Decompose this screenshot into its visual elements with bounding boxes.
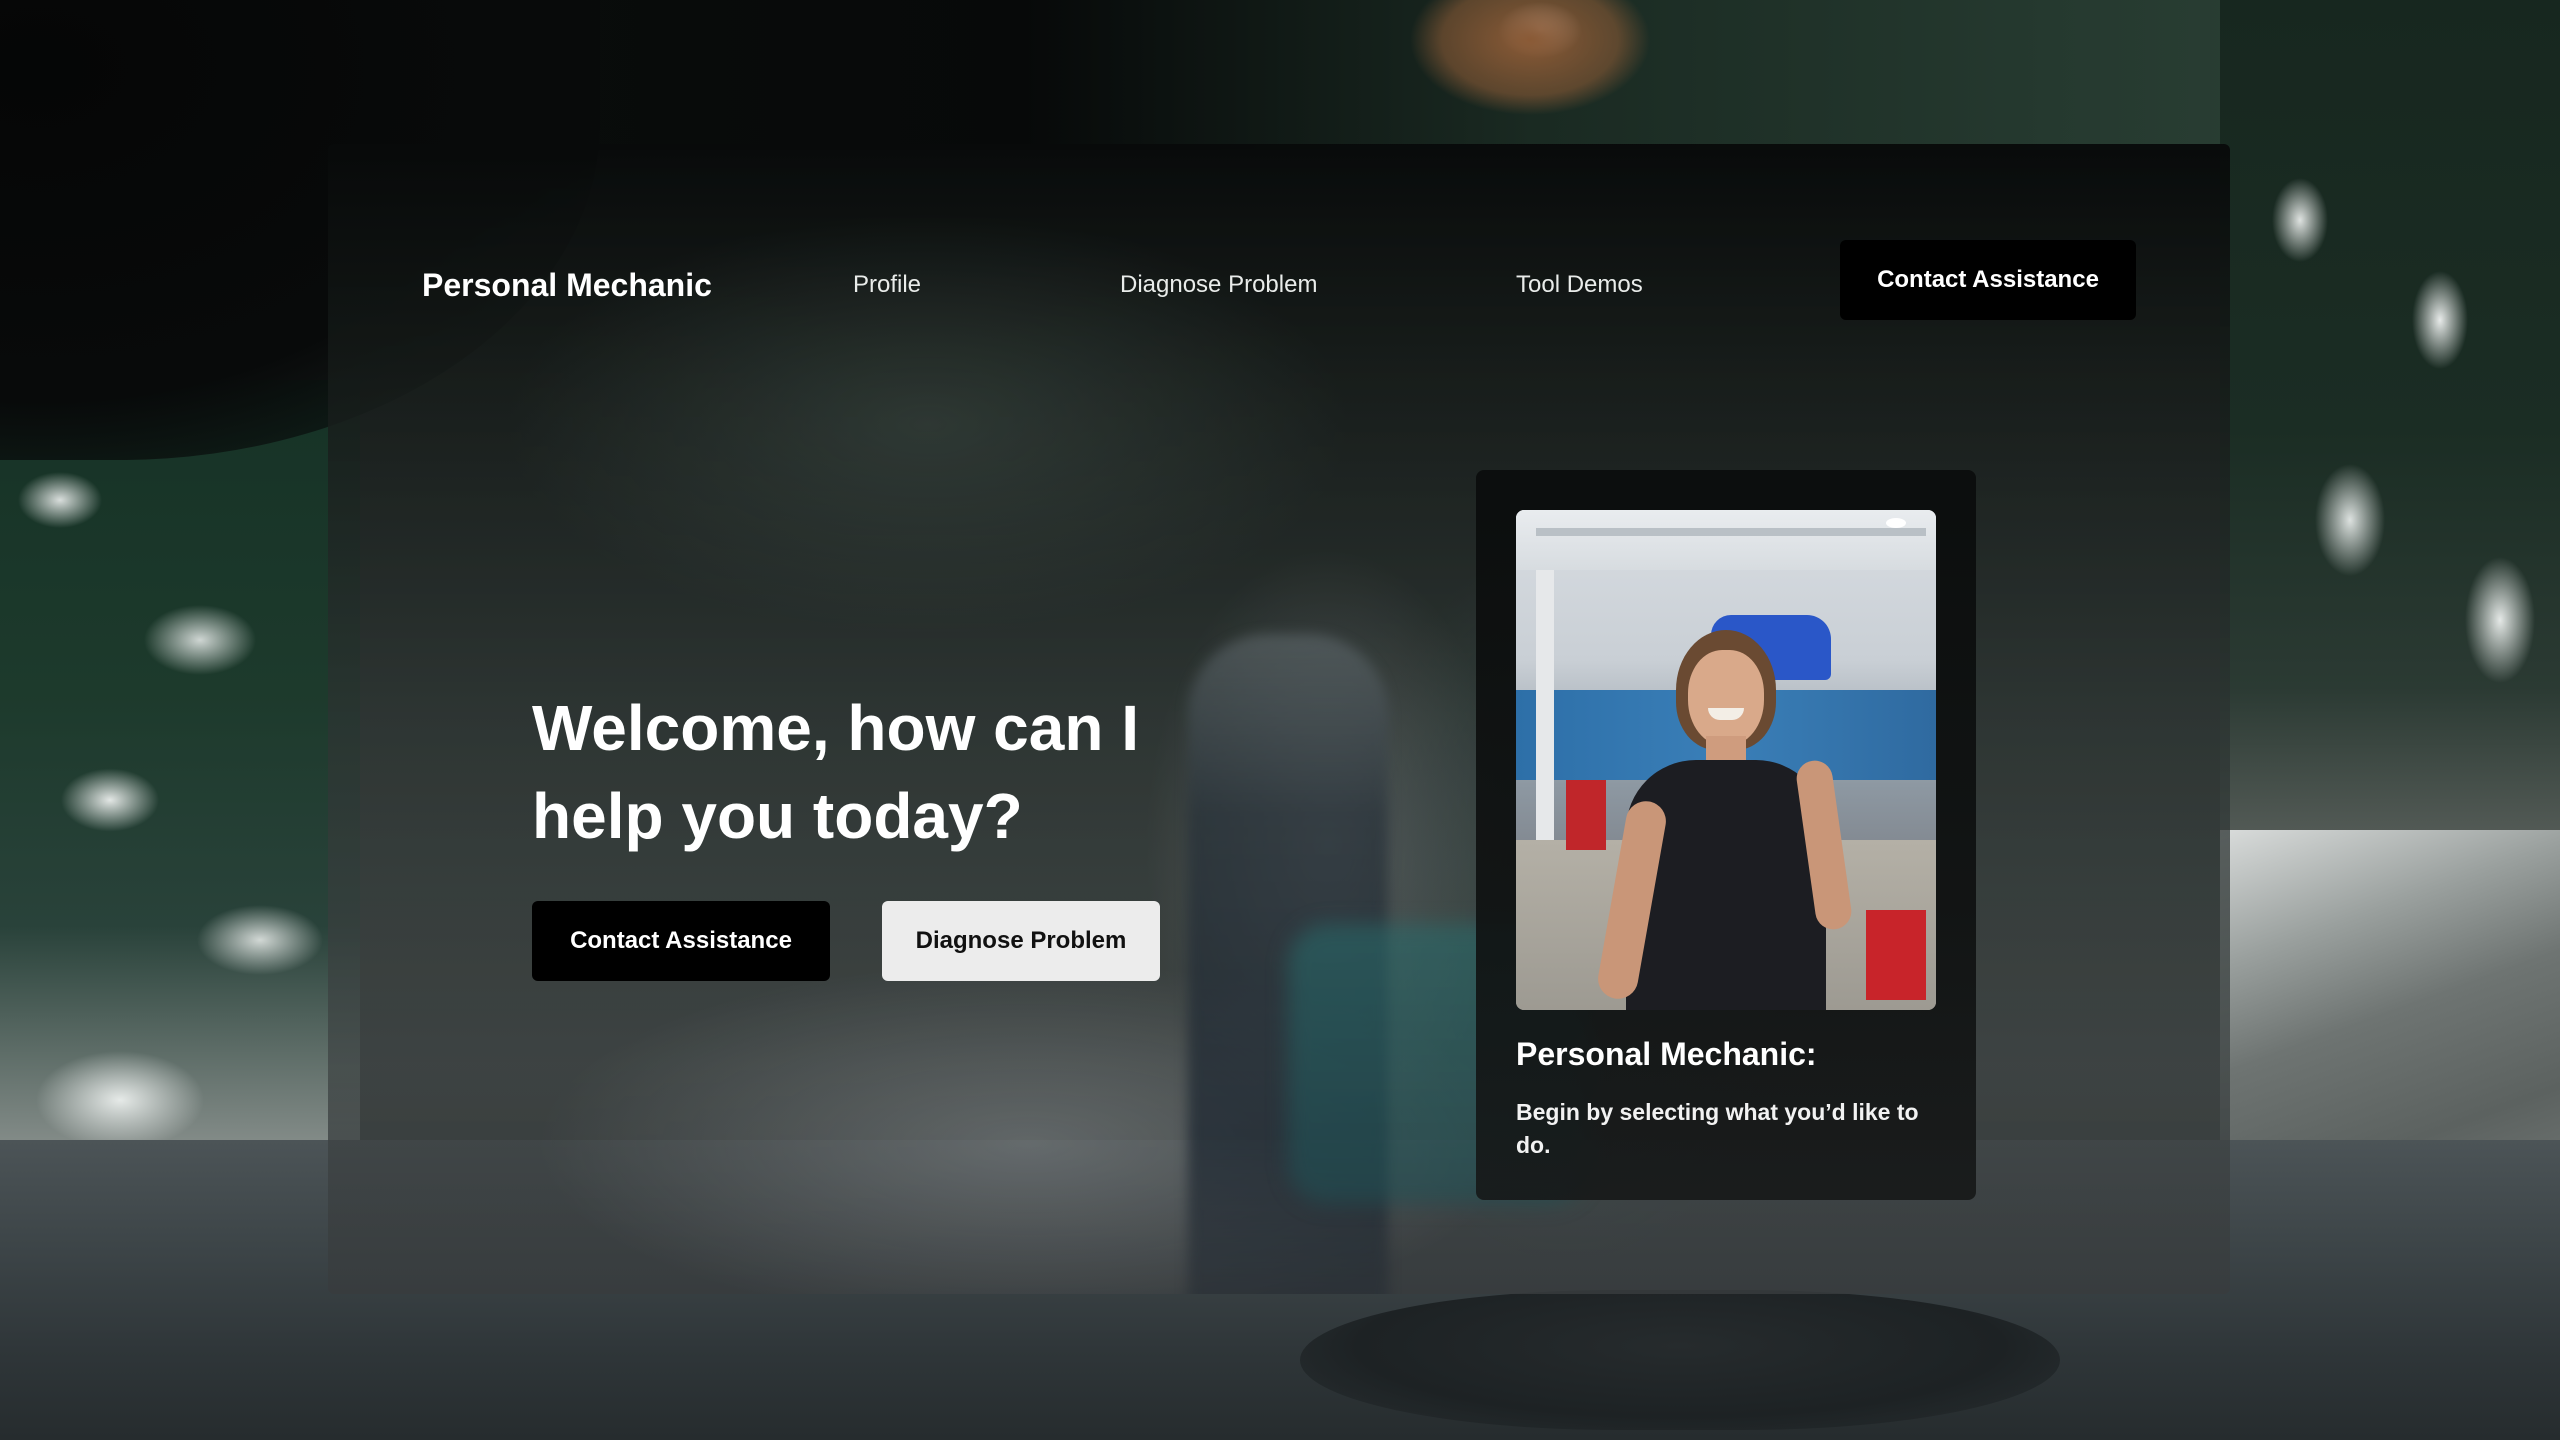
photo-mechanic-body [1626,760,1826,1010]
background-trees-right [2220,0,2560,860]
photo-garage-lamp [1886,518,1906,528]
nav-link-tool-demos[interactable]: Tool Demos [1516,263,1643,307]
photo-tool-cabinet [1566,780,1606,850]
photo-garage-ceiling [1516,510,1936,570]
brand-logo[interactable]: Personal Mechanic [422,263,712,307]
nav-contact-assistance-button[interactable]: Contact Assistance [1840,240,2136,320]
photo-garage-pillar [1536,570,1554,870]
app-window: Personal Mechanic Profile Diagnose Probl… [0,0,2560,1440]
photo-mechanic-face [1688,650,1764,746]
nav-link-diagnose-problem[interactable]: Diagnose Problem [1120,263,1317,307]
photo-garage-beam [1536,528,1926,536]
diagnose-problem-button[interactable]: Diagnose Problem [882,901,1160,981]
mechanic-card: Personal Mechanic: Begin by selecting wh… [1476,470,1976,1200]
photo-tool-chest [1866,910,1926,1000]
card-title: Personal Mechanic: [1516,1036,1817,1072]
background-dashboard-vent [1300,1290,2060,1430]
card-description: Begin by selecting what you’d like to do… [1516,1099,1919,1158]
mechanic-photo [1516,510,1936,1010]
background-trees-left [0,380,360,1160]
main-panel: Personal Mechanic Profile Diagnose Probl… [328,144,2230,1294]
top-nav: Personal Mechanic Profile Diagnose Probl… [328,144,2230,364]
nav-link-profile[interactable]: Profile [853,263,921,307]
contact-assistance-button[interactable]: Contact Assistance [532,901,830,981]
hero-title: Welcome, how can I help you today? [532,692,1139,852]
